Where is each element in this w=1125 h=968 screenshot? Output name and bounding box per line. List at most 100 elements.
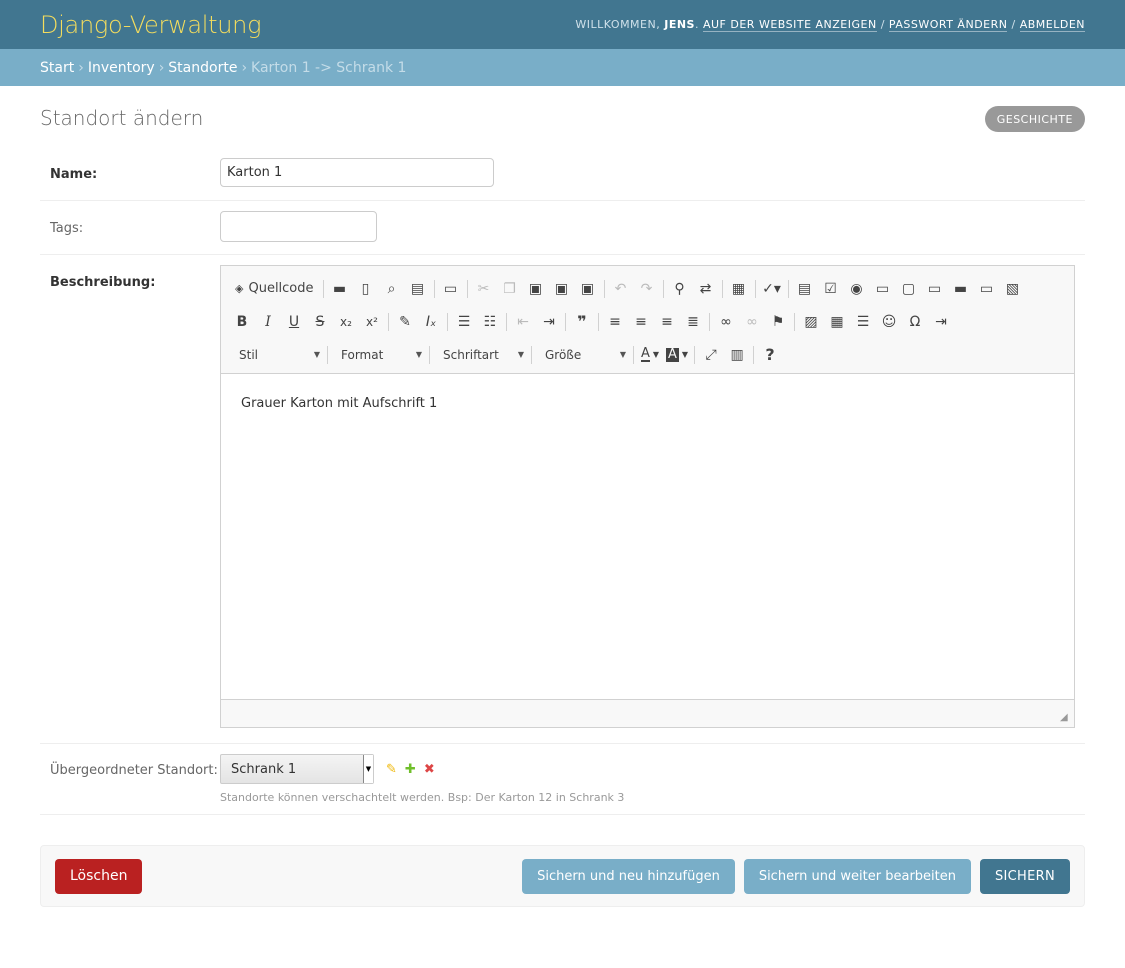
- format-combo-label: Format: [341, 347, 384, 362]
- textfield-icon[interactable]: ▭: [870, 277, 896, 301]
- site-name[interactable]: Django-Verwaltung: [40, 11, 261, 39]
- remove-format-icon[interactable]: Iₓ: [418, 310, 444, 334]
- select-all-icon[interactable]: ▦: [726, 277, 752, 301]
- resize-handle-icon[interactable]: ◢: [1060, 713, 1070, 723]
- parent-select[interactable]: Schrank 1 ▼: [220, 754, 374, 784]
- save-and-continue-button[interactable]: Sichern und weiter bearbeiten: [743, 858, 971, 894]
- new-page-icon[interactable]: ▯: [353, 277, 379, 301]
- align-center-icon[interactable]: ≡: [628, 310, 654, 334]
- source-label: Quellcode: [248, 281, 314, 296]
- parent-select-value: Schrank 1: [231, 761, 297, 777]
- redo-icon[interactable]: ↷: [634, 277, 660, 301]
- name-label: Name:: [50, 167, 98, 182]
- preview-icon[interactable]: ⌕: [379, 277, 405, 301]
- history-button[interactable]: GESCHICHTE: [984, 106, 1085, 132]
- replace-icon[interactable]: ⇄: [693, 277, 719, 301]
- size-combo-label: Größe: [545, 347, 582, 362]
- special-char-icon[interactable]: Ω: [902, 310, 928, 334]
- name-input[interactable]: [220, 158, 494, 187]
- source-button[interactable]: ◈ Quellcode: [229, 277, 320, 301]
- editor-content[interactable]: Grauer Karton mit Aufschrift 1: [221, 374, 1074, 700]
- bulleted-list-icon[interactable]: ☷: [477, 310, 503, 334]
- chevron-down-icon: ▼: [363, 755, 373, 783]
- logout-link[interactable]: ABMELDEN: [1019, 18, 1085, 32]
- show-blocks-icon[interactable]: ▥: [724, 343, 750, 367]
- indent-icon[interactable]: ⇥: [536, 310, 562, 334]
- save-and-add-button[interactable]: Sichern und neu hinzufügen: [522, 858, 735, 894]
- paste-icon[interactable]: ▣: [523, 277, 549, 301]
- tags-label: Tags:: [50, 221, 84, 236]
- link-icon[interactable]: ∞: [713, 310, 739, 334]
- align-right-icon[interactable]: ≡: [654, 310, 680, 334]
- cut-icon[interactable]: ✂: [471, 277, 497, 301]
- hidden-field-icon[interactable]: ▧: [1000, 277, 1026, 301]
- button-field-icon[interactable]: ▬: [948, 277, 974, 301]
- smiley-icon[interactable]: ☺: [876, 310, 902, 334]
- save-icon[interactable]: ▬: [327, 277, 353, 301]
- image-button-icon[interactable]: ▭: [974, 277, 1000, 301]
- tags-input[interactable]: [220, 211, 377, 242]
- checkbox-icon[interactable]: ☑: [818, 277, 844, 301]
- breadcrumb-app[interactable]: Inventory: [88, 60, 155, 76]
- breadcrumb-home[interactable]: Start: [40, 60, 74, 76]
- horizontal-line-icon[interactable]: ☰: [850, 310, 876, 334]
- strike-icon[interactable]: S: [307, 310, 333, 334]
- blockquote-icon[interactable]: ❞: [569, 310, 595, 334]
- textarea-icon[interactable]: ▢: [896, 277, 922, 301]
- copy-format-icon[interactable]: ✎: [392, 310, 418, 334]
- page-title: Standort ändern: [40, 106, 204, 130]
- save-button[interactable]: SICHERN: [979, 858, 1070, 894]
- radio-icon[interactable]: ◉: [844, 277, 870, 301]
- unlink-icon[interactable]: ∞: [739, 310, 765, 334]
- table-icon[interactable]: ▦: [824, 310, 850, 334]
- print-icon[interactable]: ▤: [405, 277, 431, 301]
- subscript-icon[interactable]: x₂: [333, 310, 359, 334]
- delete-related-icon[interactable]: ✖: [424, 761, 435, 777]
- paste-word-icon[interactable]: ▣: [575, 277, 601, 301]
- edit-related-icon[interactable]: ✎: [386, 761, 397, 777]
- rich-text-editor: ◈ Quellcode ▬ ▯ ⌕ ▤ ▭ ✂ ❐ ▣ ▣ ▣ ↶ ↷ ⚲ ⇄ …: [220, 265, 1075, 728]
- form-icon[interactable]: ▤: [792, 277, 818, 301]
- bg-color-icon[interactable]: A ▼: [663, 343, 691, 367]
- username: JENS: [664, 18, 695, 31]
- superscript-icon[interactable]: x²: [359, 310, 385, 334]
- bold-icon[interactable]: B: [229, 310, 255, 334]
- view-site-link[interactable]: AUF DER WEBSITE ANZEIGEN: [702, 18, 877, 32]
- maximize-icon[interactable]: ⤢: [698, 343, 724, 367]
- text-color-icon[interactable]: A ▼: [637, 343, 663, 367]
- italic-icon[interactable]: I: [255, 310, 281, 334]
- page-break-icon[interactable]: ⇥: [928, 310, 954, 334]
- anchor-flag-icon[interactable]: ⚑: [765, 310, 791, 334]
- templates-icon[interactable]: ▭: [438, 277, 464, 301]
- help-icon[interactable]: ?: [757, 343, 783, 367]
- source-icon: ◈: [235, 282, 244, 295]
- add-related-icon[interactable]: ✚: [405, 761, 416, 777]
- justify-icon[interactable]: ≣: [680, 310, 706, 334]
- format-combo[interactable]: Format ▼: [331, 343, 426, 367]
- select-field-icon[interactable]: ▭: [922, 277, 948, 301]
- welcome-text: WILLKOMMEN,: [575, 18, 661, 31]
- font-combo[interactable]: Schriftart ▼: [433, 343, 528, 367]
- change-password-link[interactable]: PASSWORT ÄNDERN: [888, 18, 1008, 32]
- submit-row: Löschen Sichern und neu hinzufügen Siche…: [40, 845, 1085, 907]
- underline-icon[interactable]: U: [281, 310, 307, 334]
- parent-help-text: Standorte können verschachtelt werden. B…: [220, 791, 625, 804]
- editor-status-bar: ◢: [221, 700, 1074, 727]
- style-combo[interactable]: Stil ▼: [229, 343, 324, 367]
- form-row-name: Name:: [40, 148, 1085, 201]
- undo-icon[interactable]: ↶: [608, 277, 634, 301]
- align-left-icon[interactable]: ≡: [602, 310, 628, 334]
- breadcrumb-model[interactable]: Standorte: [168, 60, 237, 76]
- delete-button[interactable]: Löschen: [55, 858, 143, 894]
- breadcrumb-current: Karton 1 -> Schrank 1: [251, 59, 407, 76]
- paste-text-icon[interactable]: ▣: [549, 277, 575, 301]
- image-icon[interactable]: ▨: [798, 310, 824, 334]
- spellcheck-icon[interactable]: ✓▾: [759, 277, 785, 301]
- size-combo[interactable]: Größe ▼: [535, 343, 630, 367]
- find-icon[interactable]: ⚲: [667, 277, 693, 301]
- outdent-icon[interactable]: ⇤: [510, 310, 536, 334]
- copy-icon[interactable]: ❐: [497, 277, 523, 301]
- description-label: Beschreibung:: [50, 275, 156, 290]
- chevron-down-icon: ▼: [415, 350, 422, 359]
- numbered-list-icon[interactable]: ☰: [451, 310, 477, 334]
